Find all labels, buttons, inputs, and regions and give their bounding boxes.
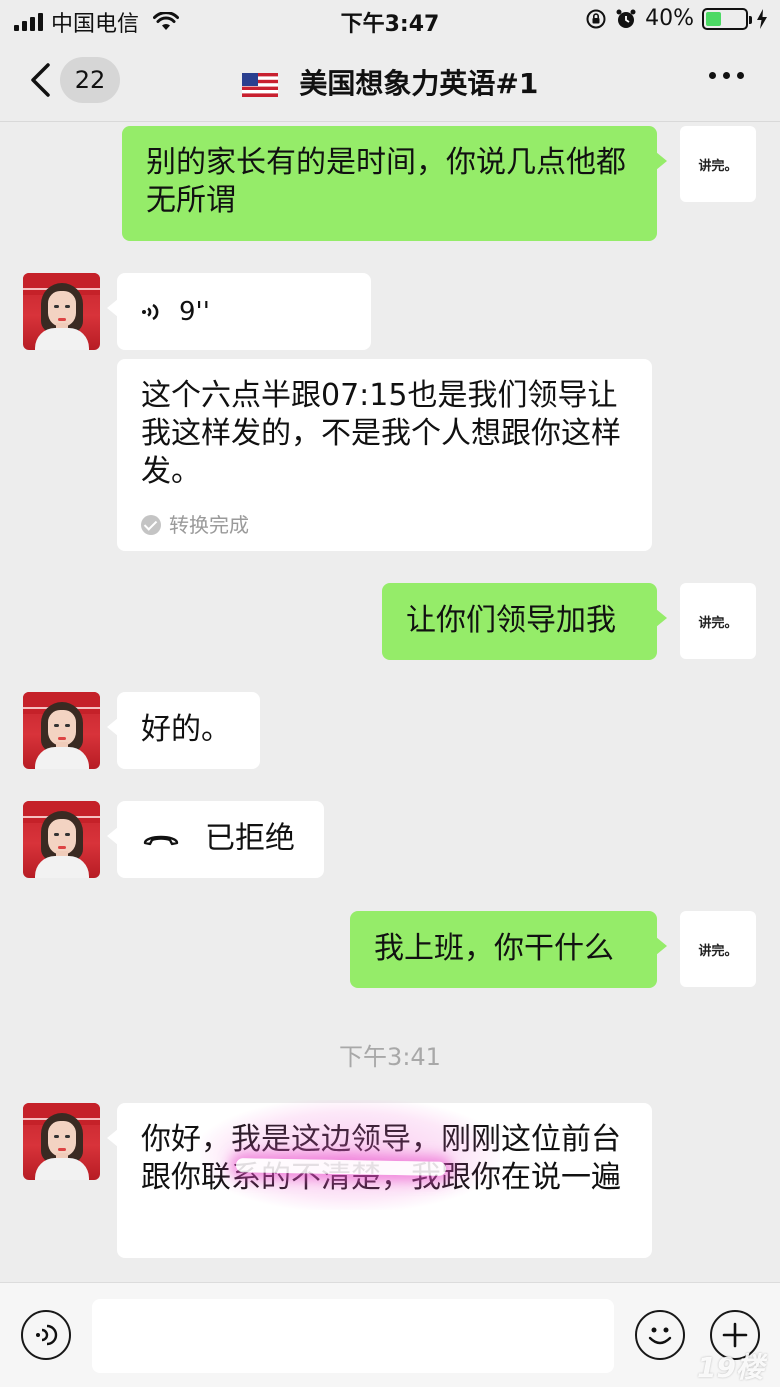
chat-timestamp: 下午3:41 bbox=[339, 1043, 441, 1071]
message-text: 你好，我是这边领导，刚刚这位前台跟你联系的不清楚，我跟你在说一遍 bbox=[141, 1122, 621, 1195]
message-bubble-received[interactable]: 你好，我是这边领导，刚刚这位前台跟你联系的不清楚，我跟你在说一遍 bbox=[107, 1103, 652, 1258]
message-text: 这个六点半跟07:15也是我们领导让我这样发的，不是我个人想跟你这样发。 bbox=[141, 378, 621, 489]
voice-message-bubble[interactable]: 9'' bbox=[107, 273, 371, 350]
us-flag-icon bbox=[241, 73, 278, 97]
voice-input-button[interactable] bbox=[21, 1310, 71, 1360]
site-watermark: 19楼 bbox=[697, 1351, 764, 1384]
message-bubble-sent[interactable]: 别的家长有的是时间，你说几点他都无所谓 bbox=[122, 126, 667, 241]
self-avatar[interactable]: 讲完。 bbox=[680, 583, 756, 659]
self-avatar[interactable]: 讲完。 bbox=[680, 911, 756, 987]
self-avatar[interactable]: 讲完。 bbox=[680, 126, 756, 202]
charging-bolt-icon bbox=[757, 8, 767, 29]
avatar-text: 讲完。 bbox=[698, 615, 738, 631]
contact-avatar[interactable] bbox=[23, 692, 100, 769]
battery-icon bbox=[702, 7, 752, 30]
message-text-input[interactable] bbox=[92, 1299, 614, 1373]
avatar-text: 讲完。 bbox=[698, 943, 738, 959]
smiley-face-icon bbox=[648, 1327, 672, 1345]
chat-title: 美国想象力英语#1 bbox=[299, 67, 539, 100]
conversion-status: 转换完成 bbox=[141, 513, 628, 537]
chat-header: 22 美国想象力英语#1 bbox=[0, 40, 780, 122]
voice-wave-icon bbox=[142, 303, 159, 321]
voice-wave-icon bbox=[36, 1324, 58, 1346]
status-bar: 中国电信 下午3:47 40% bbox=[0, 0, 780, 40]
message-text: 让你们领导加我 bbox=[406, 603, 616, 638]
conversion-status-label: 转换完成 bbox=[169, 513, 249, 537]
message-bubble-sent[interactable]: 我上班，你干什么 bbox=[350, 911, 667, 988]
chat-title-wrap: 美国想象力英语#1 bbox=[0, 62, 780, 102]
message-text: 我上班，你干什么 bbox=[374, 931, 614, 966]
message-text: 别的家长有的是时间，你说几点他都无所谓 bbox=[146, 145, 626, 218]
more-options-button[interactable] bbox=[709, 72, 744, 79]
voice-duration: 9'' bbox=[179, 297, 210, 327]
alarm-icon bbox=[616, 9, 636, 28]
message-bubble-sent[interactable]: 让你们领导加我 bbox=[382, 583, 667, 660]
call-status-text: 已拒绝 bbox=[205, 821, 295, 856]
orientation-lock-icon bbox=[586, 9, 606, 28]
message-input-bar bbox=[0, 1282, 780, 1387]
check-circle-icon bbox=[141, 515, 161, 535]
contact-avatar[interactable] bbox=[23, 801, 100, 878]
hang-up-phone-icon bbox=[143, 835, 179, 846]
call-record-bubble[interactable]: 已拒绝 bbox=[107, 801, 324, 878]
contact-avatar[interactable] bbox=[23, 1103, 100, 1180]
message-text: 好的。 bbox=[141, 712, 231, 747]
battery-percent: 40% bbox=[645, 6, 694, 31]
contact-avatar[interactable] bbox=[23, 273, 100, 350]
emoji-button[interactable] bbox=[635, 1310, 685, 1360]
voice-transcription-bubble[interactable]: 这个六点半跟07:15也是我们领导让我这样发的，不是我个人想跟你这样发。 转换完… bbox=[117, 359, 652, 551]
message-bubble-received[interactable]: 好的。 bbox=[107, 692, 260, 769]
avatar-text: 讲完。 bbox=[698, 158, 738, 174]
